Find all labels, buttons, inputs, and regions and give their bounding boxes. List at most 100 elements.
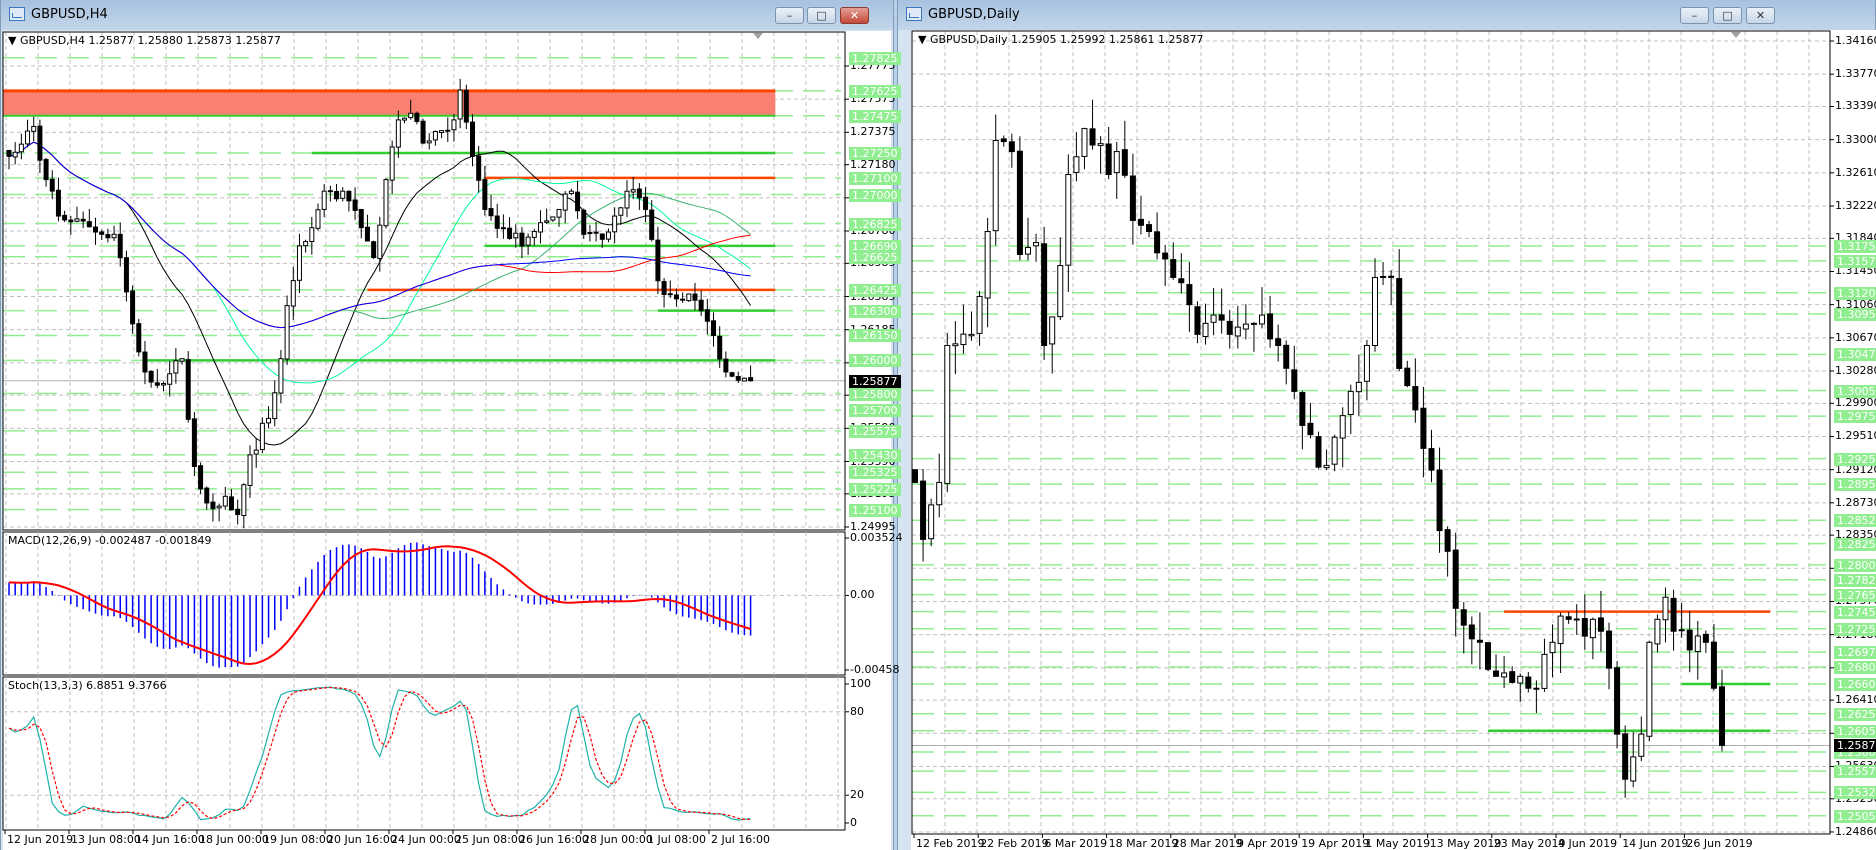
bear-candle-body [704,309,710,322]
bear-candle-body [1460,609,1467,626]
time-axis-label: 18 Mar 2019 [1108,837,1179,850]
bull-candle-body [562,193,568,211]
stoch-signal-line [8,686,751,821]
candle [185,351,191,423]
bull-candle-body [167,373,173,385]
bear-candle-body [667,293,673,296]
candle [643,187,649,223]
bear-candle-body [1606,630,1613,669]
candle [346,190,352,212]
bear-candle-body [346,190,352,202]
bear-candle-body [1218,314,1225,321]
candle [395,110,401,158]
bull-candle-body [457,89,463,120]
bear-candle-body [735,375,741,381]
candle [383,177,389,229]
bear-candle-body [1299,392,1306,426]
candle [1097,136,1104,174]
candle [537,210,543,244]
candle [562,191,568,224]
candle [1202,303,1209,345]
bull-candle-body [1646,641,1653,737]
bull-candle-body [1541,653,1548,689]
level-price-label: 1.30475 [1834,348,1876,362]
candle [1000,135,1007,147]
time-axis-label: 6 Mar 2019 [1044,837,1108,850]
bear-candle-body [581,209,587,235]
candle [1121,120,1128,178]
candle [1347,384,1354,435]
level-price-label: 1.27650 [1834,588,1876,602]
candle [327,185,333,202]
candle [1081,127,1088,170]
bear-candle-body [1622,733,1629,780]
candle [1517,673,1524,702]
candle [544,208,550,224]
bull-candle-body [340,190,346,199]
candle [1670,589,1677,651]
candle [1444,526,1451,577]
time-axis-label: 26 Jun 16:00 [519,833,589,846]
candle [686,293,692,302]
bear-candle-body [680,298,686,301]
candle [1242,304,1249,340]
price-tick-label: 1.34160 [1835,34,1876,47]
time-axis-label: 1 Jul 08:00 [647,833,706,846]
right_window-candles [912,99,1725,798]
bear-candle-body [228,496,234,511]
bull-candle-body [296,245,302,281]
bull-candle-body [1049,316,1056,345]
bull-candle-body [968,333,975,337]
candle [426,133,432,150]
candle [1380,261,1387,286]
bull-candle-body [1654,618,1661,645]
bull-candle-body [278,358,284,394]
macd-axis-label: -0.00458 [850,663,900,676]
bull-candle-body [1347,390,1354,416]
bull-candle-body [303,241,309,247]
bull-candle-body [525,236,531,246]
bull-candle-body [25,130,31,145]
candle [68,215,74,235]
candle [43,157,49,187]
candle [1686,610,1693,673]
bear-candle-body [1137,218,1144,226]
macd-axis-label: 0.003524 [850,531,903,544]
bear-candle-body [1581,618,1588,637]
time-axis-label: 23 May 2019 [1493,837,1566,850]
candle [1154,212,1161,260]
candle [198,462,204,495]
level-price-label: 1.27250 [1834,622,1876,636]
bear-candle-body [1525,676,1532,689]
bull-candle-body [12,151,18,158]
stoch-main-line [8,686,751,821]
candle [1484,642,1491,672]
chart-marks-layer [2,30,1834,838]
bull-candle-body [1234,326,1241,337]
bear-candle-body [1388,275,1395,278]
bull-candle-body [1694,635,1701,652]
candle [173,348,179,384]
level-price-label: 1.26150 [849,329,901,343]
bull-candle-body [1678,629,1685,632]
bear-candle-body [364,226,370,242]
candle [1259,287,1266,329]
bear-candle-body [358,208,364,229]
level-price-label: 1.27250 [849,147,901,161]
candle [1710,624,1717,691]
bear-candle-body [371,241,377,259]
current-price-label: 1.25877 [1834,739,1876,753]
candle [1267,295,1274,348]
bull-candle-body [952,343,959,347]
candle [1533,680,1540,714]
candle [340,187,346,202]
bull-candle-body [1081,128,1088,157]
candle [123,250,129,302]
level-price-label: 1.26250 [1834,707,1876,721]
macd-grid [3,532,845,675]
bull-candle-body [556,208,562,218]
bear-candle-body [1452,549,1459,609]
candle [1129,153,1136,245]
bull-candle-body [944,344,951,484]
candle [358,208,364,239]
